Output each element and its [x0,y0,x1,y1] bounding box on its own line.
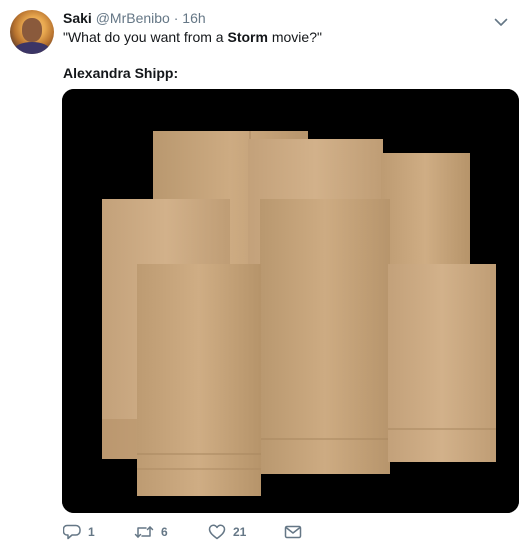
direct-message-button[interactable] [284,522,302,542]
tweet-text-suffix: movie?" [267,29,322,45]
tweet-media-photo[interactable] [62,89,519,513]
like-button[interactable]: 21 [208,522,246,542]
bag-right [388,264,496,462]
tweet[interactable]: Saki @MrBenibo · 16h "What do you want f… [0,0,524,545]
bag-back-right [381,153,470,273]
tweet-text-bold: Storm [227,29,268,45]
bag-center [260,199,390,474]
chevron-down-icon[interactable] [494,14,508,26]
retweet-count: 6 [161,525,168,539]
author-handle[interactable]: @MrBenibo [96,10,170,26]
paper-bags-image [62,89,519,513]
tweet-text-line-1: "What do you want from a Storm movie?" [63,28,322,46]
tweet-header: Saki @MrBenibo · 16h [63,9,206,27]
avatar[interactable] [10,10,54,54]
reply-icon [63,523,81,541]
retweet-button[interactable]: 6 [134,522,168,542]
heart-icon [208,523,226,541]
envelope-icon [284,524,302,540]
tweet-text-prefix: "What do you want from a [63,29,228,45]
tweet-text-line-2: Alexandra Shipp: [63,65,179,81]
author-name[interactable]: Saki [63,10,92,26]
separator-dot: · [173,10,179,26]
avatar-face [22,18,42,42]
retweet-icon [134,523,154,541]
avatar-shirt [14,42,50,54]
like-count: 21 [233,525,247,539]
reply-button[interactable]: 1 [63,522,95,542]
tweet-time[interactable]: 16h [182,10,205,26]
tweet-actions: 1 6 21 [63,522,363,542]
bag-front-left [137,264,261,496]
reply-count: 1 [88,525,95,539]
